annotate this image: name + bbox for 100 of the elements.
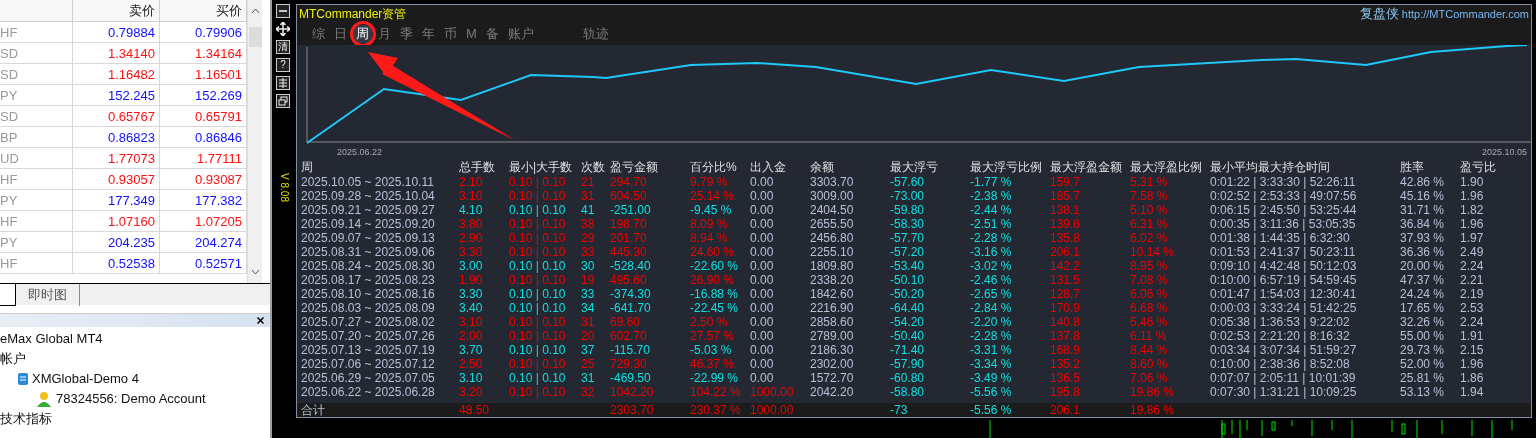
website-link[interactable]: http://MTCommander.com <box>1401 5 1529 23</box>
table-cell-text: 0.10 | 0.10 <box>509 259 567 273</box>
table-cell-text: -22.45 % <box>690 301 740 315</box>
table-cell-text: 2025.07.20 ~ 2025.07.26 <box>301 329 436 343</box>
table-cell-text: -50.10 <box>890 273 926 287</box>
scroll-down-icon[interactable] <box>250 269 260 275</box>
symbol-cell: PY <box>0 232 73 252</box>
table-cell-text: 3.10 <box>459 371 484 385</box>
table-cell-text: 6.31 % <box>1130 217 1169 231</box>
tree-item[interactable]: 技术指标 <box>0 409 52 429</box>
tab[interactable]: 币 <box>441 25 460 43</box>
close-icon[interactable] <box>257 317 264 324</box>
tree-item[interactable]: 帐户 <box>0 349 26 369</box>
table-cell-text: -5.56 % <box>970 403 1013 417</box>
tab[interactable]: 日 <box>331 25 350 43</box>
table-cell-text: 24.60 % <box>690 245 736 259</box>
tab[interactable]: 综 <box>309 25 328 43</box>
tab[interactable]: 季 <box>397 25 416 43</box>
table-cell-text: 8.60 % <box>1130 357 1169 371</box>
bid-price: 0.86823 <box>73 127 160 147</box>
table-cell-text: -57.60 <box>890 175 926 189</box>
table-cell-text: 0:10:00 | 6:57:19 | 54:59:45 <box>1210 273 1358 287</box>
table-cell-text: 0.00 <box>750 371 775 385</box>
table-cell-text: 8.09 % <box>690 217 729 231</box>
symbol-cell: HF <box>0 253 73 273</box>
table-cell-text: -50.40 <box>890 329 926 343</box>
table-cell-text: 25 <box>581 357 596 371</box>
tree-item[interactable]: XMGlobal-Demo 4 <box>32 369 139 389</box>
table-cell-text: 2042.20 <box>810 385 855 399</box>
tool-button[interactable]: 清 <box>276 40 290 54</box>
tab[interactable]: M <box>463 25 480 43</box>
tree-item[interactable]: eMax Global MT4 <box>0 329 103 349</box>
table-cell-text: 3.20 <box>459 385 484 399</box>
table-cell-text: 135.8 <box>1050 231 1082 245</box>
table-cell-text: 140.8 <box>1050 315 1082 329</box>
table-cell-text: 138.1 <box>1050 203 1082 217</box>
table-cell-text: 3.70 <box>459 343 484 357</box>
table-cell-text: -1.77 % <box>970 175 1013 189</box>
table-cell-text: -9.45 % <box>690 203 733 217</box>
scroll-up-icon[interactable] <box>250 8 260 14</box>
table-cell-text: 0:01:38 | 1:44:35 | 6:32:30 <box>1210 231 1351 245</box>
tab[interactable]: 账户 <box>504 25 537 43</box>
table-cell-text: -3.34 % <box>970 357 1013 371</box>
table-cell-text: 2025.07.13 ~ 2025.07.19 <box>301 343 436 357</box>
table-cell-text: 32 <box>581 385 596 399</box>
table-cell-text: 19.86 % <box>1130 385 1176 399</box>
table-cell-text: -2.38 % <box>970 189 1013 203</box>
table-cell-text: 142.2 <box>1050 259 1082 273</box>
table-cell-text: 136.5 <box>1050 371 1082 385</box>
tool-button[interactable]: ? <box>276 58 290 72</box>
minimize-icon[interactable] <box>276 4 290 18</box>
table-cell-text: 0:00:03 | 3:33:24 | 51:42:25 <box>1210 301 1358 315</box>
tab[interactable]: 轨迹 <box>579 25 612 43</box>
table-cell-text: -16.88 % <box>690 287 740 301</box>
table-cell-text: -58.30 <box>890 217 926 231</box>
table-cell-text: 30 <box>581 259 596 273</box>
table-cell-text: -53.40 <box>890 259 926 273</box>
tab[interactable] <box>0 284 16 306</box>
column-header[interactable]: 卖价 <box>73 0 160 21</box>
table-cell-text: 0:07:30 | 1:31:21 | 10:09:25 <box>1210 385 1358 399</box>
table-cell-text: 55.00 % <box>1400 329 1446 343</box>
table-cell-text: 0.00 <box>750 175 775 189</box>
tab[interactable]: 年 <box>419 25 438 43</box>
table-cell-text: 206.1 <box>1050 403 1082 417</box>
table-cell-text: 2.50 % <box>690 315 729 329</box>
grid-icon[interactable] <box>276 76 290 90</box>
table-cell-text: 495.60 <box>610 273 648 287</box>
table-cell-text: 5.46 % <box>1130 315 1169 329</box>
table-cell-text: -5.56 % <box>970 385 1013 399</box>
bid-price: 0.52538 <box>73 253 160 273</box>
table-cell-text: 602.70 <box>610 329 648 343</box>
move-icon[interactable] <box>276 22 290 36</box>
table-cell-text: 7.58 % <box>1130 189 1169 203</box>
table-cell-text: 206.1 <box>1050 245 1082 259</box>
scroll-thumb[interactable] <box>248 27 262 47</box>
scrollbar[interactable] <box>247 0 262 283</box>
table-cell-text: 20 <box>581 329 596 343</box>
table-cell-text: 131.5 <box>1050 273 1082 287</box>
tab[interactable]: 备 <box>482 25 502 43</box>
panel-title: MTCommander资管 <box>299 6 407 23</box>
tree-item[interactable]: 78324556: Demo Account <box>56 389 206 409</box>
table-cell-text: 31.71 % <box>1400 203 1446 217</box>
table-cell-text: 2025.08.03 ~ 2025.08.09 <box>301 301 436 315</box>
restore-icon[interactable] <box>276 94 290 108</box>
tab[interactable]: 月 <box>375 25 394 43</box>
table-cell-text: -57.90 <box>890 357 926 371</box>
symbol-cell: SD <box>0 106 73 126</box>
table-cell-text: 1.90 <box>459 273 484 287</box>
table-cell-text: -59.80 <box>890 203 926 217</box>
table-cell-text: 3.30 <box>459 287 484 301</box>
bid-price: 0.79884 <box>73 22 160 42</box>
axis-label: 2025.06.22 <box>337 146 383 159</box>
table-cell-text: 0.00 <box>750 273 775 287</box>
symbol-cell: PY <box>0 190 73 210</box>
table-cell-text: 0:00:35 | 3:11:36 | 53:05:35 <box>1210 217 1357 231</box>
table-cell-text: 25.81 % <box>1400 371 1446 385</box>
table-cell-text: -469.50 <box>610 371 652 385</box>
table-cell-text: 3.40 <box>459 301 484 315</box>
bid-price: 0.65767 <box>73 106 160 126</box>
table-cell-text: 159.7 <box>1050 175 1082 189</box>
